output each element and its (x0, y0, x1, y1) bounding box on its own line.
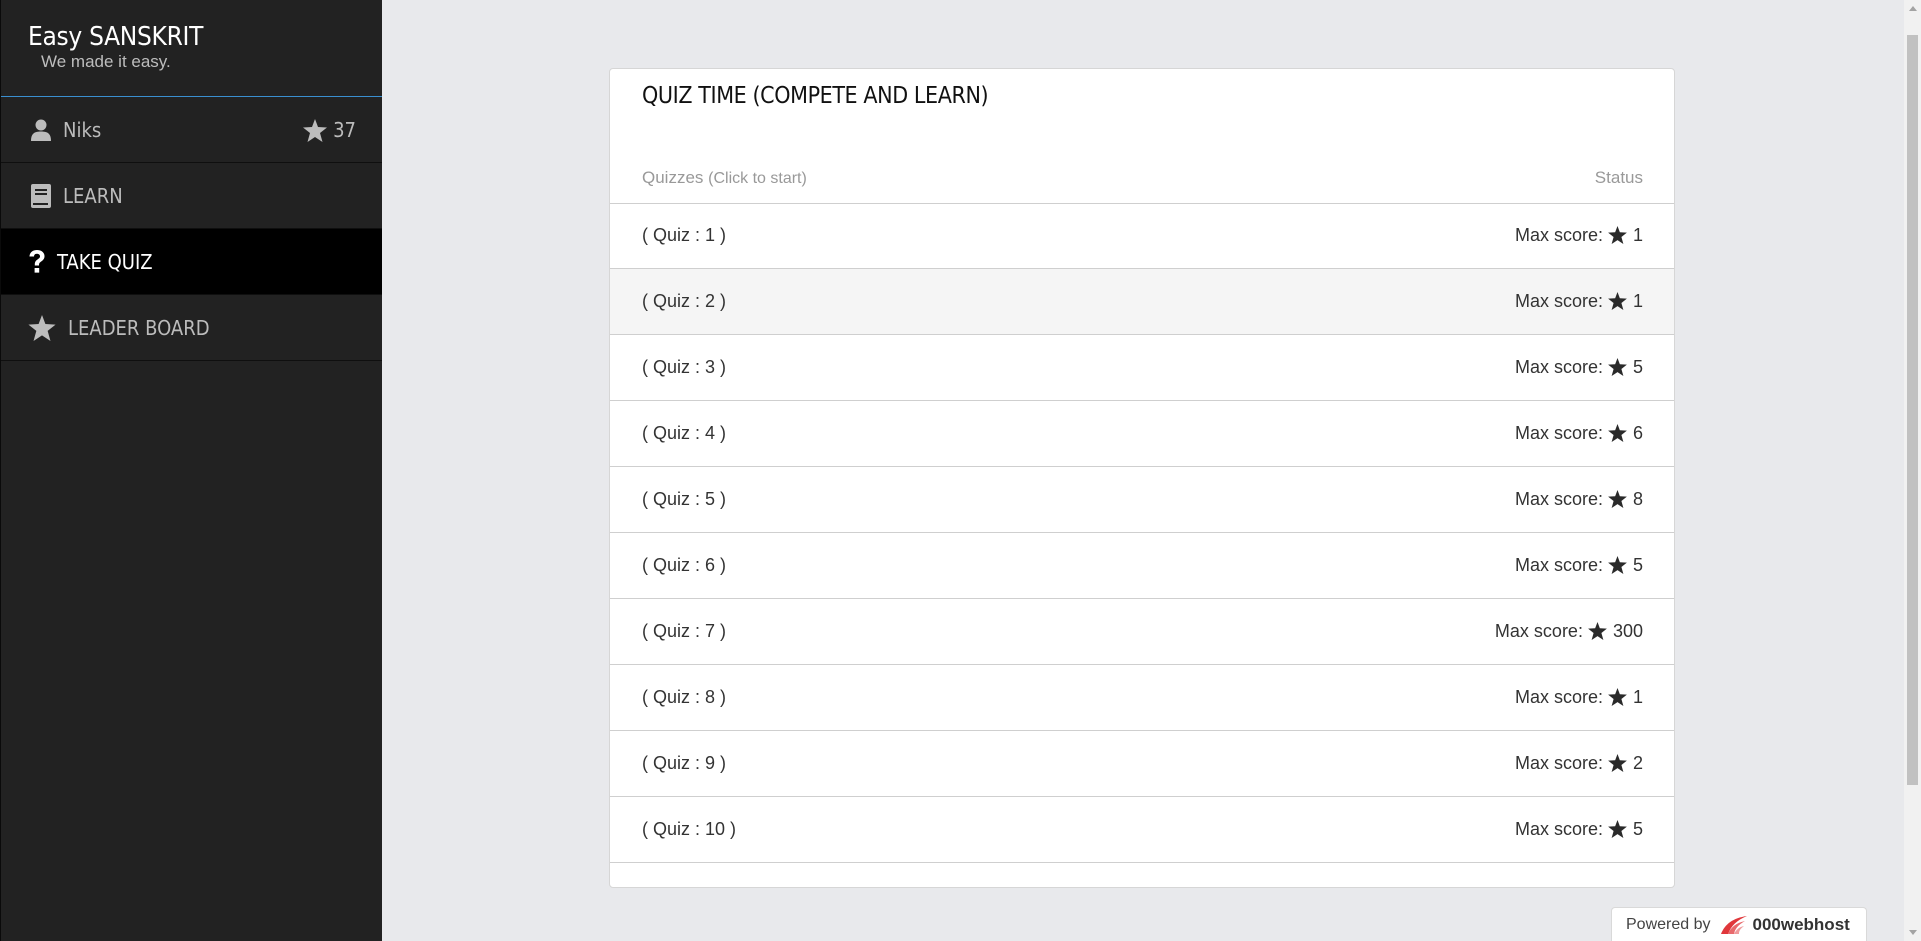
column-header-quizzes-label: Quizzes (642, 168, 704, 187)
table-header: Quizzes (Click to start) Status (610, 154, 1674, 204)
max-score-label: Max score: (1514, 357, 1603, 377)
quiz-status: Max score: 5 (1515, 797, 1643, 861)
max-score-label: Max score: (1494, 621, 1583, 641)
star-icon (1608, 358, 1627, 376)
quiz-name[interactable]: ( Quiz : 2 ) (642, 269, 726, 333)
powered-by-badge[interactable]: Powered by 000webhost (1611, 907, 1867, 941)
sidebar-item-label: TAKE QUIZ (57, 249, 153, 274)
max-score-value: 1 (1632, 225, 1643, 245)
quiz-row[interactable]: ( Quiz : 6 ) Max score: 5 (610, 533, 1674, 599)
quiz-status: Max score: 1 (1515, 203, 1643, 267)
max-score-label: Max score: (1514, 753, 1603, 773)
max-score-value: 5 (1632, 555, 1643, 575)
quiz-status: Max score: 1 (1515, 665, 1643, 729)
scroll-up-arrow-icon[interactable] (1904, 0, 1921, 17)
user-score: 37 (303, 97, 356, 163)
quiz-status: Max score: 8 (1515, 467, 1643, 531)
book-icon (28, 183, 54, 209)
quiz-name[interactable]: ( Quiz : 6 ) (642, 533, 726, 597)
max-score-value: 1 (1632, 291, 1643, 311)
question-icon (28, 249, 46, 275)
star-icon (1608, 292, 1627, 310)
star-icon (1608, 688, 1627, 706)
star-icon (1608, 820, 1627, 838)
sidebar-item-learn[interactable]: LEARN (1, 163, 382, 229)
max-score-value: 8 (1632, 489, 1643, 509)
quiz-name[interactable]: ( Quiz : 5 ) (642, 467, 726, 531)
max-score-value: 5 (1632, 819, 1643, 839)
column-header-quizzes: Quizzes (Click to start) (642, 154, 807, 202)
quiz-row[interactable]: ( Quiz : 8 ) Max score: 1 (610, 665, 1674, 731)
max-score-label: Max score: (1514, 687, 1603, 707)
user-name: Niks (63, 117, 102, 142)
scrollbar-thumb[interactable] (1907, 35, 1918, 785)
quiz-panel: QUIZ TIME (COMPETE AND LEARN) Quizzes (C… (609, 68, 1675, 888)
sidebar-item-label: LEARN (63, 183, 123, 208)
max-score-value: 6 (1632, 423, 1643, 443)
scrollbar[interactable] (1904, 0, 1921, 941)
quiz-row[interactable]: ( Quiz : 9 ) Max score: 2 (610, 731, 1674, 797)
quiz-row[interactable]: ( Quiz : 1 ) Max score: 1 (610, 203, 1674, 269)
webhost-name: 000webhost (1752, 914, 1850, 934)
star-icon (1608, 226, 1627, 244)
column-header-status: Status (1594, 168, 1643, 187)
star-icon (28, 314, 56, 341)
star-icon (1608, 754, 1627, 772)
quiz-row[interactable]: ( Quiz : 5 ) Max score: 8 (610, 467, 1674, 533)
quiz-status: Max score: 1 (1515, 269, 1643, 333)
sidebar-item-label: LEADER BOARD (68, 315, 210, 340)
sidebar-item-take-quiz[interactable]: TAKE QUIZ (1, 229, 382, 295)
quiz-status: Max score: 5 (1515, 533, 1643, 597)
quiz-row[interactable]: ( Quiz : 2 ) Max score: 1 (610, 269, 1674, 335)
page-title: QUIZ TIME (COMPETE AND LEARN) (642, 83, 989, 109)
quiz-status: Max score: 6 (1515, 401, 1643, 465)
quiz-row[interactable]: ( Quiz : 3 ) Max score: 5 (610, 335, 1674, 401)
max-score-value: 2 (1632, 753, 1643, 773)
max-score-label: Max score: (1514, 555, 1603, 575)
quiz-row[interactable]: ( Quiz : 10 ) Max score: 5 (610, 797, 1674, 863)
max-score-label: Max score: (1514, 225, 1603, 245)
user-icon (28, 117, 54, 143)
brand[interactable]: Easy SANSKRIT We made it easy. (1, 0, 382, 97)
quiz-name[interactable]: ( Quiz : 8 ) (642, 665, 726, 729)
star-icon (1588, 622, 1607, 640)
sidebar: Easy SANSKRIT We made it easy. Niks 37 L… (0, 0, 382, 941)
quiz-name[interactable]: ( Quiz : 10 ) (642, 797, 736, 861)
star-icon (1608, 556, 1627, 574)
max-score-label: Max score: (1514, 819, 1603, 839)
brand-title[interactable]: Easy SANSKRIT (28, 22, 382, 52)
quiz-status: Max score: 300 (1495, 599, 1643, 663)
quiz-name[interactable]: ( Quiz : 3 ) (642, 335, 726, 399)
quiz-name[interactable]: ( Quiz : 9 ) (642, 731, 726, 795)
scroll-down-arrow-icon[interactable] (1904, 924, 1921, 941)
quiz-status: Max score: 5 (1515, 335, 1643, 399)
sidebar-item-user[interactable]: Niks 37 (1, 97, 382, 163)
user-score-value: 37 (333, 118, 356, 142)
quiz-name[interactable]: ( Quiz : 7 ) (642, 599, 726, 663)
max-score-value: 1 (1632, 687, 1643, 707)
quiz-name[interactable]: ( Quiz : 4 ) (642, 401, 726, 465)
quiz-list: ( Quiz : 1 ) Max score: 1 ( Quiz : 2 ) M… (610, 203, 1674, 863)
max-score-label: Max score: (1514, 423, 1603, 443)
quiz-name[interactable]: ( Quiz : 1 ) (642, 203, 726, 267)
max-score-value: 5 (1632, 357, 1643, 377)
max-score-label: Max score: (1514, 489, 1603, 509)
star-icon (1608, 490, 1627, 508)
max-score-value: 300 (1612, 621, 1643, 641)
webhost-logo-icon (1719, 914, 1749, 936)
star-icon (303, 118, 328, 142)
quiz-status: Max score: 2 (1515, 731, 1643, 795)
column-header-quizzes-hint: (Click to start) (708, 170, 807, 187)
max-score-label: Max score: (1514, 291, 1603, 311)
powered-by-label: Powered by (1626, 915, 1711, 933)
sidebar-item-leader-board[interactable]: LEADER BOARD (1, 295, 382, 361)
star-icon (1608, 424, 1627, 442)
quiz-row[interactable]: ( Quiz : 7 ) Max score: 300 (610, 599, 1674, 665)
quiz-row[interactable]: ( Quiz : 4 ) Max score: 6 (610, 401, 1674, 467)
brand-tagline: We made it easy. (41, 52, 171, 71)
